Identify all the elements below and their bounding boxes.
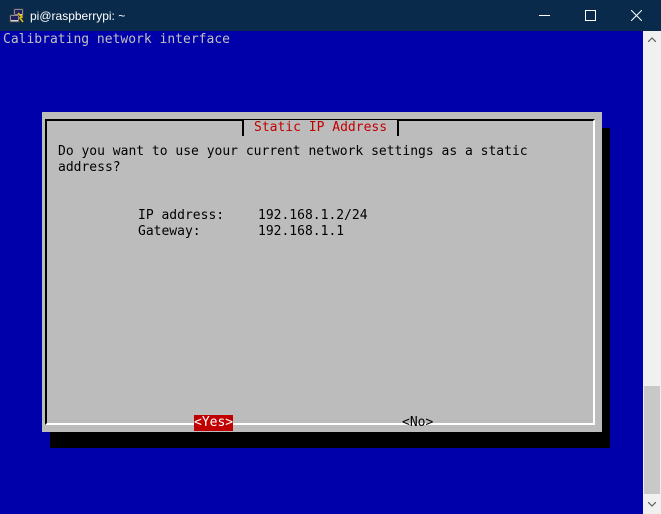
- scroll-up-button[interactable]: [643, 31, 661, 49]
- yes-button[interactable]: <Yes>: [194, 415, 234, 431]
- minimize-icon: [539, 15, 550, 16]
- title-bar[interactable]: pi@raspberrypi: ~: [0, 0, 661, 31]
- chevron-down-icon: [648, 502, 656, 507]
- ip-address-value: 192.168.1.2/24: [258, 208, 368, 223]
- gateway-label: Gateway:: [138, 224, 201, 239]
- maximize-icon: [585, 10, 596, 21]
- terminal-window: pi@raspberrypi: ~ Calibrating network in…: [0, 0, 661, 514]
- window-title: pi@raspberrypi: ~: [30, 9, 126, 23]
- no-button[interactable]: <No>: [402, 415, 433, 431]
- scroll-down-button[interactable]: [643, 496, 661, 514]
- vertical-scrollbar[interactable]: [643, 31, 661, 514]
- gateway-value: 192.168.1.1: [258, 224, 345, 239]
- maximize-button[interactable]: [568, 0, 614, 31]
- close-button[interactable]: [614, 0, 660, 31]
- dialog-title: Static IP Address: [242, 120, 400, 136]
- putty-icon[interactable]: [9, 8, 25, 24]
- terminal-area[interactable]: Calibrating network interface Static IP …: [0, 31, 643, 514]
- ip-address-label: IP address:: [138, 208, 225, 223]
- scroll-thumb[interactable]: [644, 386, 660, 494]
- dialog-message: Do you want to use your current network …: [58, 144, 528, 175]
- static-ip-dialog: Static IP Address Do you want to use you…: [42, 112, 602, 432]
- close-icon: [631, 10, 642, 21]
- ip-address-row: IP address: 192.168.1.2/24: [138, 208, 398, 224]
- chevron-up-icon: [648, 37, 656, 42]
- status-line: Calibrating network interface: [3, 32, 230, 47]
- minimize-button[interactable]: [522, 0, 568, 31]
- gateway-row: Gateway: 192.168.1.1: [138, 224, 398, 240]
